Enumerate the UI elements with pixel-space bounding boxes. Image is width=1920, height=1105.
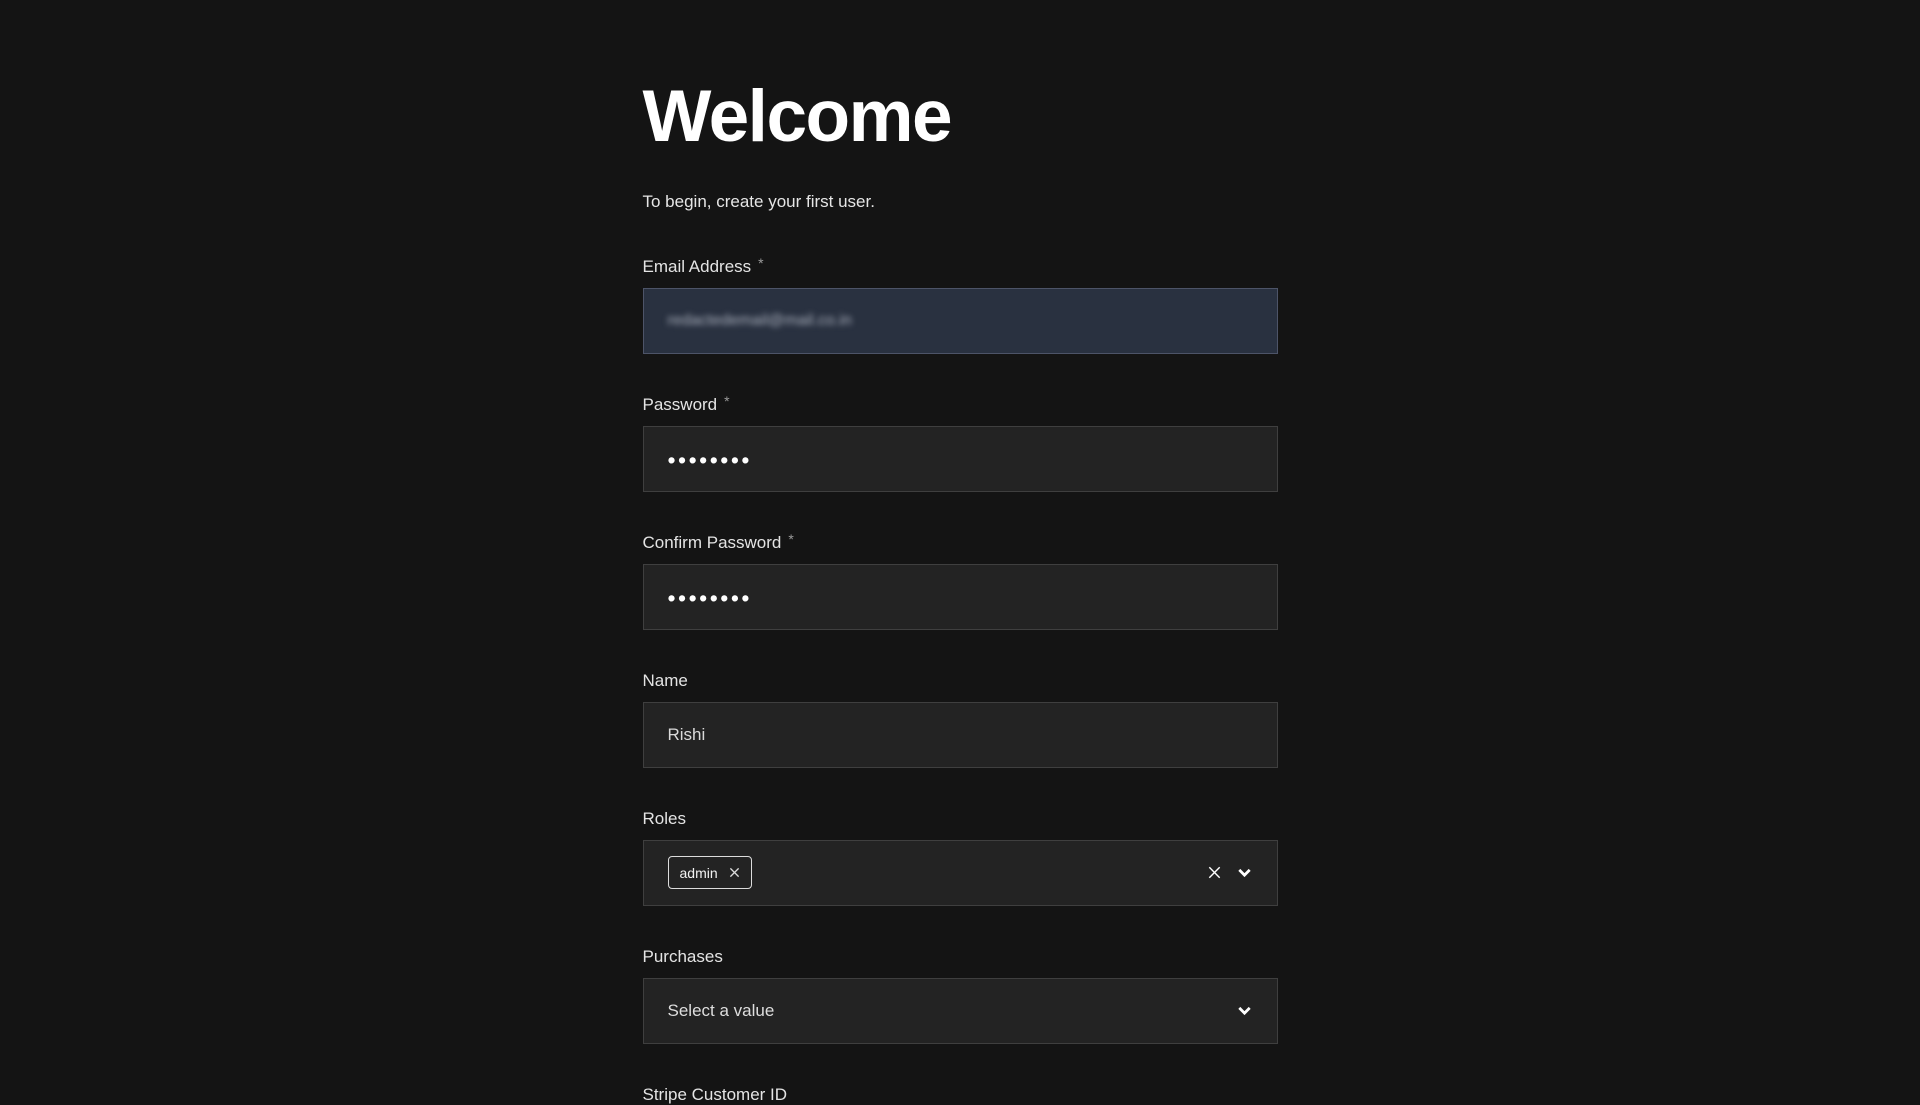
chevron-down-icon[interactable] [1236,864,1253,881]
email-label-row: Email Address * [643,257,1278,277]
email-label: Email Address [643,257,752,277]
confirm-password-label: Confirm Password [643,533,782,553]
field-group-email: Email Address * redactedemail@mail.co.in [643,257,1278,354]
email-input[interactable]: redactedemail@mail.co.in [643,288,1278,354]
roles-chip-admin: admin [668,856,752,889]
confirm-password-label-row: Confirm Password * [643,533,1278,553]
confirm-password-input[interactable]: •••••••• [643,564,1278,630]
password-input[interactable]: •••••••• [643,426,1278,492]
roles-chip-label: admin [680,865,718,881]
purchases-placeholder: Select a value [668,1001,775,1021]
name-value: Rishi [668,725,706,745]
page-subtitle: To begin, create your first user. [643,192,1278,212]
create-first-user-page: Welcome To begin, create your first user… [643,0,1278,1105]
name-label: Name [643,671,688,691]
required-marker: * [724,393,729,409]
roles-label-row: Roles [643,809,1278,829]
clear-x-icon[interactable] [1206,864,1223,881]
chevron-down-icon[interactable] [1236,1002,1253,1019]
stripe-customer-label-row: Stripe Customer ID [643,1085,1278,1105]
field-group-stripe-customer: Stripe Customer ID [643,1085,1278,1105]
purchases-label: Purchases [643,947,723,967]
field-group-name: Name Rishi [643,671,1278,768]
required-marker: * [758,255,763,271]
field-group-purchases: Purchases Select a value [643,947,1278,1044]
purchases-select[interactable]: Select a value [643,978,1278,1044]
password-label-row: Password * [643,395,1278,415]
password-masked-value: •••••••• [668,445,752,472]
purchases-label-row: Purchases [643,947,1278,967]
roles-select-controls [1206,864,1253,881]
name-input[interactable]: Rishi [643,702,1278,768]
confirm-password-masked-value: •••••••• [668,583,752,610]
field-group-confirm-password: Confirm Password * •••••••• [643,533,1278,630]
email-value-redacted: redactedemail@mail.co.in [668,312,852,330]
field-group-roles: Roles admin [643,809,1278,906]
roles-label: Roles [643,809,686,829]
stripe-customer-label: Stripe Customer ID [643,1085,788,1105]
name-label-row: Name [643,671,1278,691]
required-marker: * [788,531,793,547]
page-title: Welcome [643,76,1278,158]
chip-remove-x-icon[interactable] [729,867,740,878]
roles-multiselect[interactable]: admin [643,840,1278,906]
field-group-password: Password * •••••••• [643,395,1278,492]
password-label: Password [643,395,718,415]
purchases-select-controls [1236,1002,1253,1019]
